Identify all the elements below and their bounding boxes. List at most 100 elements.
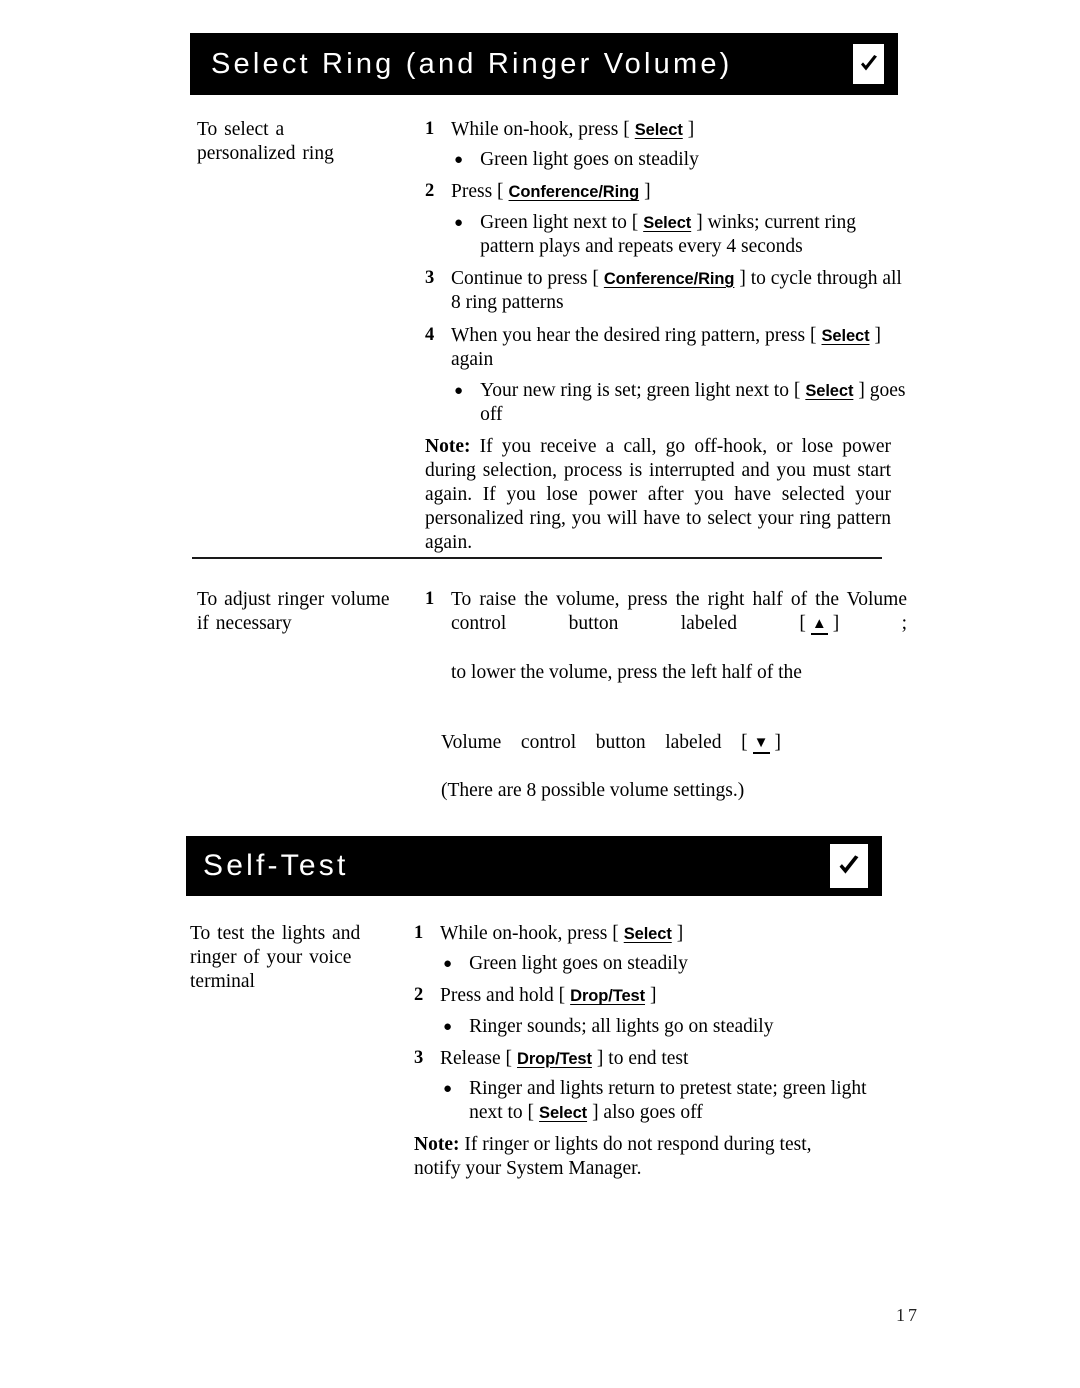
bullet-dot-icon: ●	[443, 1018, 453, 1035]
note-block: Note: If you receive a call, go off-hook…	[425, 435, 891, 555]
step-text: When you hear the desired ring pattern, …	[451, 324, 907, 372]
step-number: 2	[414, 985, 424, 1006]
step-text: To raise the volume, press the right hal…	[451, 588, 907, 685]
section-title-self-test: Self-Test	[203, 849, 349, 882]
volume-up-icon[interactable]: ▲	[810, 617, 828, 635]
bullet-dot-icon: ●	[443, 1080, 453, 1097]
volume-down-icon[interactable]: ▼	[752, 736, 770, 754]
bullet-item: ● Your new ring is set; green light next…	[454, 379, 907, 427]
step-text-after: ]	[650, 985, 657, 1007]
step-number: 3	[425, 267, 435, 288]
bullet-text: Ringer sounds; all lights go on steadily	[469, 1015, 774, 1037]
page-number: 17	[896, 1305, 920, 1325]
step-text-continue: to lower the volume, press the left half…	[451, 661, 802, 683]
step-number: 1	[414, 923, 424, 943]
step-text-before: While on-hook, press [	[451, 119, 630, 140]
step-item: 3 Continue to press [Conference/Ring] to…	[425, 267, 907, 315]
step-text-before: While on-hook, press [	[440, 923, 619, 944]
key-label-conference-ring[interactable]: Conference/Ring	[509, 183, 640, 201]
step-item: 3 Release [Drop/Test] to end test	[414, 1047, 902, 1071]
bullet-item: ● Ringer sounds; all lights go on steadi…	[443, 1015, 902, 1039]
step-text: While on-hook, press [ Select]	[440, 922, 902, 946]
key-label-select[interactable]: Select	[805, 382, 853, 400]
checkmark-icon	[830, 844, 868, 888]
procedure-test-lights-and-ringer: To test the lights and ringer of your vo…	[190, 922, 902, 1181]
procedure-label-adjust-ringer-volume: To adjust ringer volume if necessary	[197, 588, 425, 636]
step-text-after: ]	[676, 923, 684, 944]
key-label-select[interactable]: Select	[643, 214, 691, 232]
key-label-select[interactable]: Select	[635, 121, 683, 139]
bullet-text-before: Your new ring is set; green light next t…	[480, 379, 801, 401]
bullet-text-before: Green light next to [	[480, 211, 639, 233]
step-item: 1 While on-hook, press [ Select]	[414, 922, 902, 946]
step-text-before: Press and hold [	[440, 985, 566, 1007]
step-number: 3	[414, 1047, 424, 1068]
procedure-label-line: To test the lights and	[190, 923, 361, 944]
step-text-before: When you hear the desired ring pattern, …	[451, 325, 817, 347]
note-text: If you receive a call, go off-hook, or l…	[425, 435, 891, 554]
step-text-before: Press [	[451, 181, 504, 203]
bullet-text: Green light goes on steadily	[480, 149, 699, 171]
section-header-self-test: Self-Test	[186, 836, 882, 896]
step-item: 1 While on-hook, press [ Select]	[425, 118, 907, 142]
step-item: 4 When you hear the desired ring pattern…	[425, 324, 907, 372]
bullet-item: ● Green light goes on steadily	[443, 952, 902, 976]
procedure-label-test-lights-and-ringer: To test the lights and ringer of your vo…	[190, 922, 414, 993]
procedure-steps-adjust-ringer-volume: 1 To raise the volume, press the right h…	[425, 588, 907, 685]
volume-continued-block: Volume control button labeled [▼] (There…	[441, 731, 911, 804]
step-number: 1	[425, 589, 435, 609]
step-item: 2 Press [ Conference/Ring]	[425, 180, 907, 204]
step-text-before: Continue to press [	[451, 267, 599, 289]
procedure-adjust-ringer-volume: To adjust ringer volume if necessary 1 T…	[197, 588, 907, 685]
bullet-text-after: ] also goes off	[592, 1102, 703, 1124]
step-text: Release [Drop/Test] to end test	[440, 1047, 902, 1071]
bullet-dot-icon: ●	[454, 214, 464, 231]
step-text-after: ]	[687, 119, 695, 140]
procedure-label-line: To select a	[197, 119, 285, 140]
volume-settings-note: (There are 8 possible volume settings.)	[441, 780, 745, 802]
step-text-after: ] to end test	[596, 1047, 689, 1069]
note-label: Note:	[425, 435, 471, 457]
section-divider	[192, 557, 882, 559]
key-label-drop-test[interactable]: Drop/Test	[570, 987, 645, 1005]
procedure-label-line: personalized ring	[197, 142, 334, 164]
bullet-dot-icon: ●	[454, 382, 464, 399]
procedure-label-line: ringer of your voice	[190, 946, 352, 968]
continued-text-before: Volume control button labeled [	[441, 732, 748, 753]
step-text: Continue to press [Conference/Ring] to c…	[451, 267, 907, 315]
procedure-label-line: To adjust ringer volume	[197, 589, 390, 610]
procedure-steps-select-personalized-ring: 1 While on-hook, press [ Select] ● Green …	[425, 118, 907, 555]
bullet-dot-icon: ●	[454, 152, 464, 169]
key-label-select[interactable]: Select	[539, 1104, 587, 1122]
procedure-label-line: terminal	[190, 970, 255, 992]
bullet-item: ● Green light next to [Select] winks; cu…	[454, 211, 907, 259]
procedure-label-select-personalized-ring: To select a personalized ring	[197, 118, 425, 166]
section-title-select-ring: Select Ring (and Ringer Volume)	[211, 47, 733, 80]
note-block: Note: If ringer or lights do not respond…	[414, 1133, 854, 1181]
key-label-select[interactable]: Select	[624, 925, 672, 943]
procedure-select-personalized-ring: To select a personalized ring 1 While on…	[197, 118, 907, 555]
section-header-select-ring: Select Ring (and Ringer Volume)	[190, 33, 898, 95]
procedure-label-line: if necessary	[197, 612, 292, 634]
step-number: 4	[425, 325, 435, 346]
step-number: 1	[425, 119, 435, 139]
step-text-before: Release [	[440, 1047, 513, 1069]
bullet-dot-icon: ●	[443, 956, 453, 973]
step-text: While on-hook, press [ Select]	[451, 118, 907, 142]
key-label-drop-test[interactable]: Drop/Test	[517, 1050, 592, 1068]
continued-text-after: ]	[774, 732, 782, 753]
volume-continued-line: Volume control button labeled [▼]	[441, 731, 781, 779]
checkmark-icon	[853, 44, 884, 84]
procedure-steps-test-lights-and-ringer: 1 While on-hook, press [ Select] ● Green …	[414, 922, 902, 1181]
key-label-select[interactable]: Select	[822, 327, 870, 345]
step-number: 2	[425, 181, 435, 202]
step-text: Press [ Conference/Ring]	[451, 180, 907, 204]
bullet-text: Your new ring is set; green light next t…	[480, 379, 907, 427]
key-label-conference-ring[interactable]: Conference/Ring	[604, 270, 735, 288]
step-item: 2 Press and hold [Drop/Test]	[414, 984, 902, 1008]
bullet-item: ● Green light goes on steadily	[454, 148, 907, 172]
bullet-text: Green light next to [Select] winks; curr…	[480, 211, 907, 259]
bullet-item: ● Ringer and lights return to pretest st…	[443, 1077, 902, 1125]
step-text-after: ]	[644, 181, 651, 203]
bullet-text: Ringer and lights return to pretest stat…	[469, 1077, 902, 1125]
